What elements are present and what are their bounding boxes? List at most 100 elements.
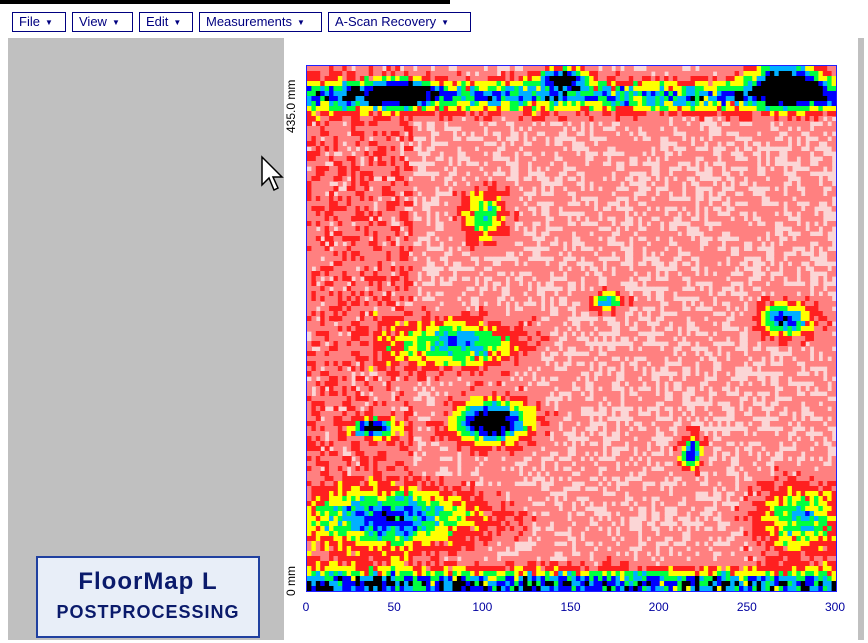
heatmap-cell [505,326,511,332]
heatmap-cell [381,206,387,212]
heatmap-cell [686,146,692,152]
heatmap-cell [390,241,396,247]
heatmap-cell [483,336,489,342]
heatmap-cell [637,336,643,342]
heatmap-cell [364,326,370,332]
heatmap-cell [756,86,762,92]
heatmap-cell [523,86,529,92]
heatmap-cell [364,96,370,102]
heatmap-cell [399,326,405,332]
heatmap-cell [575,121,581,127]
heatmap-cell [342,236,348,242]
heatmap-cell [452,161,458,167]
heatmap-cell [536,186,542,192]
heatmap-cell [805,171,811,177]
heatmap-cell [558,126,564,132]
heatmap-cell [470,171,476,177]
menu-file[interactable]: File ▼ [12,12,66,32]
heatmap-cell [342,256,348,262]
heatmap-cell [452,121,458,127]
heatmap-cell [597,221,603,227]
heatmap-cell [562,266,568,272]
heatmap-cell [311,136,317,142]
heatmap-cell [703,296,709,302]
heatmap-cell [743,116,749,122]
heatmap-cell [426,71,432,77]
heatmap-cell [540,341,546,347]
heatmap-cell [412,316,418,322]
heatmap-cell [311,306,317,312]
heatmap-cell [549,231,555,237]
heatmap-cell [743,286,749,292]
heatmap-cell [549,261,555,267]
heatmap-cell [694,176,700,182]
heatmap-cell [430,311,436,317]
heatmap-cell [664,126,670,132]
heatmap-cell [386,316,392,322]
heatmap-cell [342,146,348,152]
menu-edit[interactable]: Edit ▼ [139,12,193,32]
heatmap-cell [536,261,542,267]
heatmap-cell [483,296,489,302]
heatmap-cell [492,201,498,207]
heatmap-cell [509,66,515,72]
heatmap-cell [602,306,608,312]
heatmap-cell [558,111,564,117]
heatmap-cell [478,326,484,332]
heatmap-cell [549,96,555,102]
heatmap-cell [518,216,524,222]
heatmap-cell [765,341,771,347]
heatmap-cell [752,131,758,137]
heatmap-cell [681,241,687,247]
heatmap-cell [531,176,537,182]
heatmap-cell [606,121,612,127]
heatmap-cell [699,116,705,122]
heatmap-cell [589,226,595,232]
heatmap-cell [417,231,423,237]
heatmap-cell [408,221,414,227]
heatmap-cell [677,101,683,107]
heatmap-cell [364,166,370,172]
heatmap-cell [487,166,493,172]
heatmap-cell [320,161,326,167]
heatmap-cell [800,96,806,102]
heatmap-cell [514,186,520,192]
heatmap-cell [536,206,542,212]
heatmap-cell [324,301,330,307]
heatmap-cell [739,86,745,92]
heatmap-cell [390,101,396,107]
heatmap-cell [730,191,736,197]
heatmap-cell [324,91,330,97]
heatmap-cell [518,261,524,267]
heatmap-cell [637,166,643,172]
heatmap-cell [359,246,365,252]
heatmap-cell [611,186,617,192]
menu-a-scan-recovery[interactable]: A-Scan Recovery ▼ [328,12,471,32]
heatmap-cell [575,136,581,142]
heatmap-cell [439,201,445,207]
heatmap-cell [681,291,687,297]
heatmap-cell [628,121,634,127]
heatmap-cell [373,86,379,92]
heatmap-cell [580,306,586,312]
heatmap-cell [650,131,656,137]
heatmap-cell [708,276,714,282]
heatmap-cell [659,211,665,217]
menu-view[interactable]: View ▼ [72,12,133,32]
heatmap-cell [531,261,537,267]
heatmap-plot[interactable] [306,65,837,592]
heatmap-cell [320,281,326,287]
heatmap-cell [761,276,767,282]
heatmap-cell [315,311,321,317]
menu-measurements[interactable]: Measurements ▼ [199,12,322,32]
heatmap-cell [355,101,361,107]
heatmap-cell [659,206,665,212]
heatmap-cell [747,101,753,107]
heatmap-cell [761,231,767,237]
heatmap-cell [377,151,383,157]
heatmap-cell [725,246,731,252]
heatmap-cell [633,236,639,242]
heatmap-cell [492,306,498,312]
heatmap-cell [545,161,551,167]
heatmap-cell [646,106,652,112]
